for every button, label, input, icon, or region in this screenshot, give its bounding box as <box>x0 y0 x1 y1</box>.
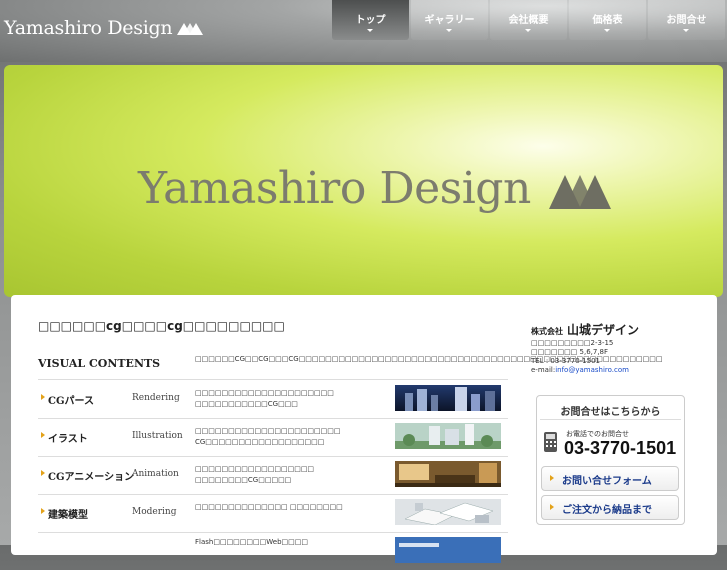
arrow-bullet-icon <box>41 432 45 438</box>
chevron-down-icon <box>446 29 452 32</box>
visual-contents-desc: □□□□□□CG□□CG□□□CG□□□□□□□□□□□□□□□□□□□□□□□… <box>195 355 663 363</box>
service-subtitle: Illustration <box>132 431 183 441</box>
nav-price[interactable]: 価格表 <box>569 0 646 40</box>
divider <box>38 379 508 380</box>
hero-logo-text: Yamashiro Design <box>138 163 531 214</box>
nav-label: ギャラリー <box>424 15 475 26</box>
divider <box>540 419 681 420</box>
visual-contents-heading: VISUAL CONTENTS <box>38 357 161 370</box>
nav-company[interactable]: 会社概要 <box>490 0 567 40</box>
rendering-thumbnail[interactable] <box>395 385 501 411</box>
service-desc: □□□□□□□□□□□□□□□□□□ □□□□□□□□CG□□□□□ <box>195 465 315 484</box>
phone-number[interactable]: 03-3770-1501 <box>564 438 676 459</box>
mountain-logo-icon <box>177 23 204 35</box>
nav-label: 価格表 <box>592 15 623 26</box>
nav-top[interactable]: トップ <box>332 0 409 40</box>
service-title[interactable]: CGパース <box>48 392 94 407</box>
company-name-text: 山城デザイン <box>567 323 640 337</box>
phone-icon <box>544 432 557 452</box>
site-logo[interactable]: Yamashiro Design <box>4 17 204 39</box>
model-thumbnail[interactable] <box>395 499 501 525</box>
illustration-thumbnail[interactable] <box>395 423 501 449</box>
chevron-down-icon <box>604 29 610 32</box>
contact-form-button[interactable]: お問い合せフォーム <box>541 466 679 491</box>
arrow-bullet-icon <box>550 475 554 481</box>
main-nav: トップ ギャラリー 会社概要 価格表 お問合せ <box>332 0 727 40</box>
service-row-model[interactable]: 建築模型 Modering □□□□□□□□□□□□□□ □□□□□□□□ <box>38 495 508 532</box>
service-row-illustration[interactable]: イラスト Illustration □□□□□□□□□□□□□□□□□□□□□□… <box>38 419 508 456</box>
service-desc: □□□□□□□□□□□□□□□□□□□□□□ CG□□□□□□□□□□□□□□□… <box>195 427 341 446</box>
chevron-down-icon <box>683 29 689 32</box>
service-row-animation[interactable]: CGアニメーション Animation □□□□□□□□□□□□□□□□□□ □… <box>38 457 508 494</box>
address-line-2: □□□□□□□ 5,6,7,8F <box>531 348 609 356</box>
arrow-bullet-icon <box>41 508 45 514</box>
service-row-rendering[interactable]: CGパース Rendering □□□□□□□□□□□□□□□□□□□□□ □□… <box>38 381 508 418</box>
address-line-1: □□□□□□□□□2-3-15 <box>531 339 614 347</box>
arrow-bullet-icon <box>41 394 45 400</box>
contact-box: お問合せはこちらから お電話でのお問合せ 03-3770-1501 お問い合せフ… <box>536 395 685 525</box>
logo-text: Yamashiro Design <box>4 17 173 39</box>
service-desc: □□□□□□□□□□□□□□□□□□□□□ □□□□□□□□□□□CG□□□ <box>195 389 334 408</box>
nav-contact[interactable]: お問合せ <box>648 0 725 40</box>
hero-banner: Yamashiro Design <box>4 65 723 297</box>
header: Yamashiro Design トップ ギャラリー 会社概要 価格表 お問合せ <box>0 0 727 62</box>
service-desc: □□□□□□□□□□□□□□ □□□□□□□□ <box>195 503 343 511</box>
arrow-bullet-icon <box>41 470 45 476</box>
page-title: □□□□□□cg□□□□cg□□□□□□□□□ <box>38 319 285 333</box>
order-flow-button[interactable]: ご注文から納品まで <box>541 495 679 520</box>
service-title[interactable]: イラスト <box>48 430 88 445</box>
service-title[interactable]: CGアニメーション <box>48 468 134 483</box>
company-prefix: 株式会社 <box>531 326 563 336</box>
service-subtitle: Modering <box>132 507 177 517</box>
web-thumbnail[interactable] <box>395 537 501 563</box>
nav-label: お問合せ <box>666 15 707 26</box>
content-panel: □□□□□□cg□□□□cg□□□□□□□□□ VISUAL CONTENTS … <box>11 295 717 563</box>
order-flow-label: ご注文から納品まで <box>562 505 652 516</box>
service-subtitle: Rendering <box>132 393 180 403</box>
nav-gallery[interactable]: ギャラリー <box>411 0 488 40</box>
mountain-logo-icon <box>548 174 611 209</box>
service-title[interactable]: 建築模型 <box>48 506 88 521</box>
hero-logo: Yamashiro Design <box>138 163 611 214</box>
email-link[interactable]: info@yamashiro.com <box>555 366 629 374</box>
service-subtitle: Animation <box>132 469 179 479</box>
nav-label: トップ <box>355 15 386 26</box>
email-label: e-mail: <box>531 366 556 374</box>
animation-thumbnail[interactable] <box>395 461 501 487</box>
email-line: e-mail:info@yamashiro.com <box>531 366 711 375</box>
service-row-web[interactable]: Flash□□□□□□□□Web□□□□ <box>38 533 508 570</box>
contact-title: お問合せはこちらから <box>560 407 661 418</box>
arrow-bullet-icon <box>550 504 554 510</box>
tel-line: TEL : 03-3770-1501 <box>531 357 600 365</box>
nav-label: 会社概要 <box>508 15 549 26</box>
company-name: 株式会社 山城デザイン <box>531 319 639 338</box>
chevron-down-icon <box>525 29 531 32</box>
service-desc: Flash□□□□□□□□Web□□□□ <box>195 538 308 546</box>
contact-form-label: お問い合せフォーム <box>562 476 652 487</box>
chevron-down-icon <box>367 29 373 32</box>
